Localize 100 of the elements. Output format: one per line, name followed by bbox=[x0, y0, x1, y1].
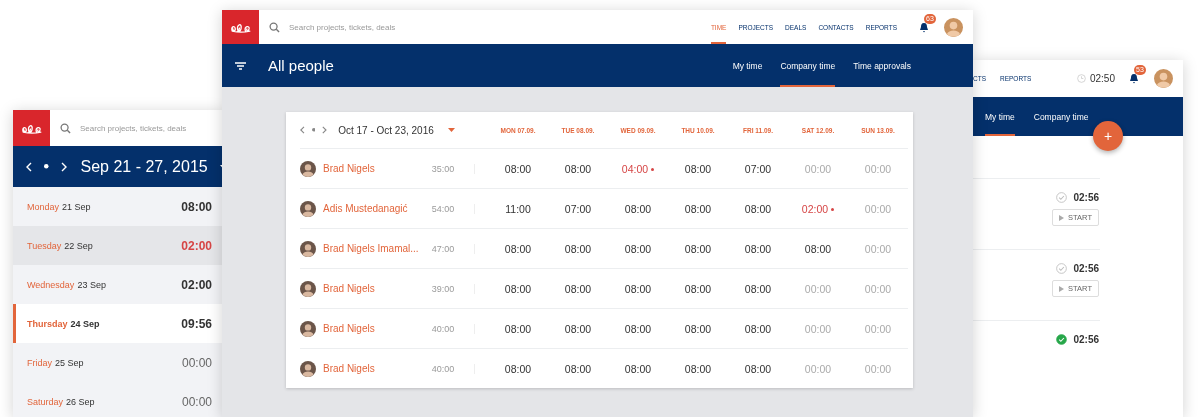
day-date: 23 Sep bbox=[77, 279, 106, 290]
week-total: 40:00 bbox=[430, 363, 456, 374]
person-name[interactable]: Brad Nigels bbox=[323, 363, 375, 374]
tab[interactable]: Time approvals bbox=[853, 44, 911, 87]
time-cell: 00:00 bbox=[804, 362, 832, 375]
time-cell: 08:00 bbox=[624, 242, 652, 255]
day-row[interactable]: Friday 25 Sep 00:00 bbox=[13, 343, 224, 382]
time-cell: 08:00 bbox=[504, 282, 532, 295]
day-row[interactable]: Saturday 26 Sep 00:00 bbox=[13, 382, 224, 417]
person-name[interactable]: Adis Mustedanagić bbox=[323, 203, 408, 214]
time-cell: 08:00 bbox=[624, 202, 652, 215]
day-name: Friday bbox=[27, 357, 52, 368]
avatar bbox=[300, 240, 316, 257]
task-time: 02:56 bbox=[1073, 192, 1099, 203]
time-cell: 08:00 bbox=[564, 362, 592, 375]
person-name[interactable]: Brad Nigels Imamal... bbox=[323, 243, 419, 254]
week-total: 40:00 bbox=[430, 323, 456, 334]
play-icon bbox=[1059, 214, 1065, 221]
time-cell: 08:00 bbox=[624, 362, 652, 375]
time-cell: 11:00 bbox=[505, 202, 531, 215]
day-name: Tuesday bbox=[27, 240, 62, 251]
avatar bbox=[300, 160, 316, 177]
time-cell: 08:00 bbox=[744, 242, 772, 255]
today-dot-icon[interactable] bbox=[311, 128, 316, 132]
time-cell: 07:00 bbox=[744, 162, 772, 175]
day-date: 22 Sep bbox=[64, 240, 93, 251]
tab[interactable]: My time bbox=[732, 44, 763, 87]
time-cell: 00:00 bbox=[864, 162, 892, 175]
today-dot-icon[interactable] bbox=[44, 164, 49, 169]
time-cell: 08:00 bbox=[684, 282, 712, 295]
tab[interactable]: Company time bbox=[1033, 97, 1089, 136]
time-cell: 08:00 bbox=[684, 362, 712, 375]
day-date: 21 Sep bbox=[62, 201, 91, 212]
day-date: 26 Sep bbox=[66, 396, 95, 407]
user-avatar[interactable] bbox=[944, 17, 963, 37]
bell-icon[interactable] bbox=[919, 21, 929, 33]
person-name[interactable]: Brad Nigels bbox=[323, 163, 375, 174]
user-avatar[interactable] bbox=[1154, 69, 1173, 88]
day-name: Saturday bbox=[27, 396, 64, 407]
avatar bbox=[300, 280, 316, 297]
bell-icon[interactable] bbox=[1129, 73, 1139, 84]
time-cell: 00:00 bbox=[864, 282, 892, 295]
week-total: 39:00 bbox=[430, 283, 456, 294]
filter-icon[interactable] bbox=[235, 61, 246, 70]
day-date: 25 Sep bbox=[55, 357, 84, 368]
time-cell: 08:00 bbox=[744, 202, 772, 215]
time-cell: 08:00 bbox=[564, 242, 592, 255]
time-cell: 08:00 bbox=[504, 362, 532, 375]
time-cell: 08:00 bbox=[684, 202, 712, 215]
stopwatch-icon bbox=[1076, 74, 1086, 83]
person-name[interactable]: Brad Nigels bbox=[323, 323, 375, 334]
avatar bbox=[300, 320, 316, 337]
task-time: 02:56 bbox=[1073, 263, 1099, 274]
day-name: Wednesday bbox=[27, 279, 75, 290]
day-row[interactable]: Wednesday 23 Sep 02:00 bbox=[13, 265, 224, 304]
time-cell: 08:00 bbox=[624, 322, 652, 335]
time-cell: 08:00 bbox=[504, 242, 532, 255]
play-icon bbox=[1059, 285, 1065, 292]
check-circle-icon[interactable] bbox=[1056, 192, 1068, 203]
time-cell: 08:00 bbox=[564, 162, 592, 175]
day-row[interactable]: Tuesday 22 Sep 02:00 bbox=[13, 226, 224, 265]
time-cell: 02:00 bbox=[801, 202, 835, 215]
week-total: 54:00 bbox=[430, 203, 456, 214]
search-field[interactable]: Search projects, tickets, deals bbox=[80, 123, 224, 133]
day-total: 00:00 bbox=[181, 394, 212, 409]
caret-icon[interactable] bbox=[447, 128, 455, 132]
day-total: 02:00 bbox=[181, 277, 212, 292]
time-cell: 07:00 bbox=[564, 202, 592, 215]
person-name[interactable]: Brad Nigels bbox=[323, 283, 375, 294]
week-total: 35:00 bbox=[430, 163, 456, 174]
page-title: All people bbox=[268, 57, 334, 74]
time-cell: 08:00 bbox=[684, 242, 712, 255]
time-cell: 00:00 bbox=[804, 162, 832, 175]
time-cell: 04:00 bbox=[621, 162, 655, 175]
time-cell: 00:00 bbox=[804, 322, 832, 335]
check-circle-icon[interactable] bbox=[1056, 263, 1068, 274]
time-cell: 08:00 bbox=[624, 282, 652, 295]
time-cell: 08:00 bbox=[564, 282, 592, 295]
day-name: Thursday bbox=[27, 318, 68, 329]
search-field[interactable]: Search projects, tickets, deals bbox=[289, 22, 479, 32]
time-cell: 08:00 bbox=[504, 322, 532, 335]
time-cell: 08:00 bbox=[564, 322, 592, 335]
time-cell: 08:00 bbox=[744, 282, 772, 295]
search-icon bbox=[60, 122, 71, 134]
timer: 02:50 bbox=[1089, 73, 1115, 84]
avatar bbox=[300, 360, 316, 377]
day-name: Monday bbox=[27, 201, 60, 212]
day-row[interactable]: Monday 21 Sep 08:00 bbox=[13, 187, 224, 226]
time-cell: 00:00 bbox=[864, 242, 892, 255]
time-cell: 00:00 bbox=[864, 322, 892, 335]
day-total: 02:00 bbox=[181, 238, 212, 253]
check-circle-filled-icon[interactable] bbox=[1056, 334, 1068, 345]
time-cell: 08:00 bbox=[744, 322, 772, 335]
tab[interactable]: My time bbox=[985, 97, 1015, 136]
time-cell: 08:00 bbox=[744, 362, 772, 375]
day-total: 08:00 bbox=[181, 199, 212, 214]
search-icon bbox=[269, 21, 280, 33]
day-total: 09:56 bbox=[181, 316, 212, 331]
date-range[interactable]: Oct 17 - Oct 23, 2016 bbox=[338, 124, 434, 136]
time-cell: 00:00 bbox=[804, 282, 832, 295]
